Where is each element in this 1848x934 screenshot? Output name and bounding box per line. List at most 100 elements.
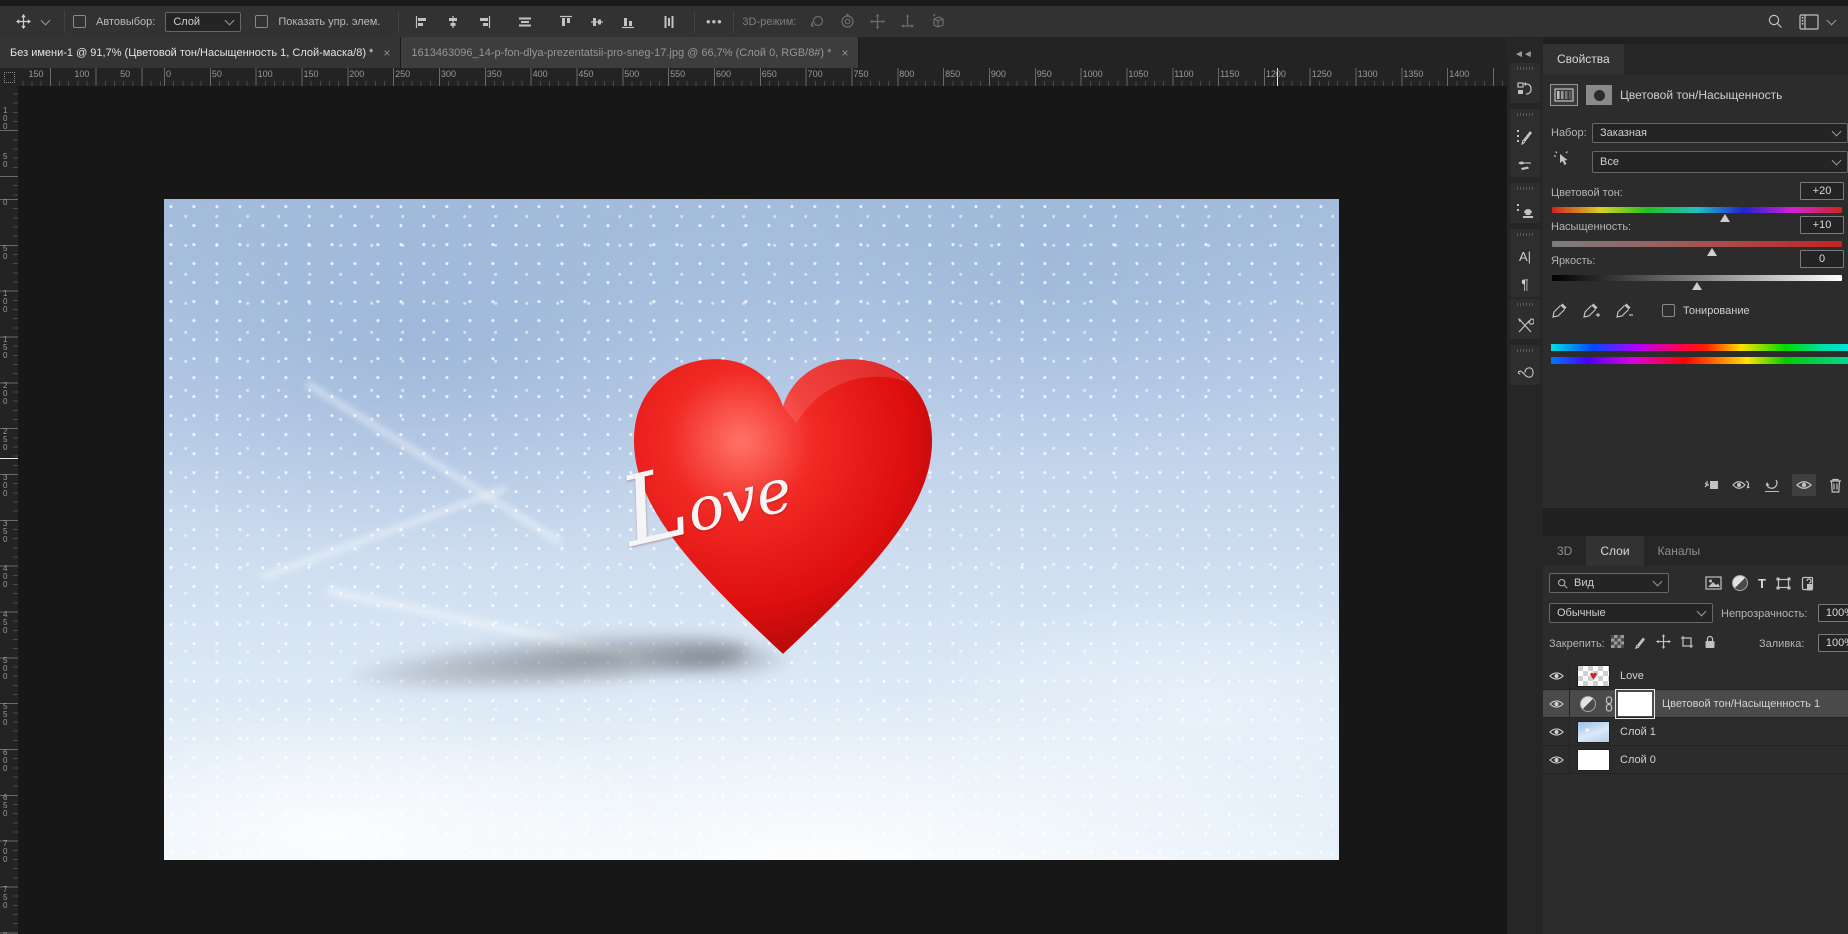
layer-row[interactable]: Слой 0: [1543, 746, 1848, 774]
tool-preset-chevron-icon[interactable]: [34, 11, 56, 33]
visibility-eye-icon[interactable]: [1792, 474, 1816, 496]
lightness-value[interactable]: 0: [1800, 250, 1844, 268]
adjustment-badge-icon[interactable]: [1550, 84, 1578, 106]
distribute-v-icon[interactable]: [658, 11, 680, 33]
layer-visibility-toggle[interactable]: [1543, 690, 1570, 717]
align-v-center-icon[interactable]: [586, 11, 608, 33]
close-icon[interactable]: ×: [383, 46, 390, 60]
workspace-chevron-icon[interactable]: [1820, 11, 1842, 33]
ruler-top-label: 100: [72, 69, 89, 79]
lock-pixels-icon[interactable]: [1633, 635, 1647, 649]
layer-thumbnail[interactable]: [1577, 749, 1610, 771]
ruler-top-label: 1200: [1264, 69, 1286, 79]
workspace-layout-icon[interactable]: [1798, 11, 1820, 33]
hue-value[interactable]: +20: [1800, 182, 1844, 200]
align-bottom-icon[interactable]: [617, 11, 639, 33]
properties-footer: [1703, 474, 1842, 496]
character-panel-icon[interactable]: A|: [1516, 247, 1534, 265]
canvas[interactable]: Love: [164, 199, 1339, 860]
tab-layers[interactable]: Слои: [1586, 536, 1643, 566]
hue-spectrum-reference: [1551, 344, 1848, 351]
mask-link-icon[interactable]: [1604, 696, 1614, 712]
more-align-options-button[interactable]: •••: [703, 11, 725, 33]
lock-transparency-icon[interactable]: [1611, 635, 1624, 648]
layer-row[interactable]: Цветовой тон/Насыщенность 1: [1543, 690, 1848, 718]
adjustment-layer-icon[interactable]: [1580, 696, 1596, 712]
layer-visibility-toggle[interactable]: [1543, 718, 1570, 745]
move-tool-icon[interactable]: [12, 11, 34, 33]
mask-badge-icon[interactable]: [1586, 85, 1612, 105]
targeted-adjustment-icon[interactable]: [1552, 150, 1570, 170]
hue-slider-thumb[interactable]: [1720, 214, 1730, 222]
eyedropper-plus-icon[interactable]: [1582, 302, 1601, 319]
snowflake-detail: [305, 380, 564, 546]
document-tab-2[interactable]: 1613463096_14-p-fon-dlya-prezentatsii-pr…: [401, 37, 859, 68]
distribute-h-icon[interactable]: [514, 11, 536, 33]
align-right-icon[interactable]: [473, 11, 495, 33]
lock-all-icon[interactable]: [1704, 635, 1716, 649]
layer-mask-thumbnail[interactable]: [1618, 692, 1652, 716]
filter-pixel-icon[interactable]: [1705, 576, 1722, 590]
layer-thumbnail[interactable]: ♥: [1577, 665, 1610, 687]
saturation-slider-thumb[interactable]: [1707, 248, 1717, 256]
lightness-slider[interactable]: [1552, 275, 1842, 281]
filter-shape-icon[interactable]: [1776, 577, 1791, 590]
history-panel-icon[interactable]: [1516, 81, 1534, 99]
lightness-slider-thumb[interactable]: [1692, 282, 1702, 290]
properties-tabbar: Свойства: [1543, 44, 1848, 74]
options-bar: Автовыбор: Слой Показать упр. элем. ••• …: [0, 6, 1848, 37]
ruler-top-label: 450: [576, 69, 593, 79]
show-transform-controls-checkbox[interactable]: [255, 15, 268, 28]
eyedropper-icon[interactable]: [1551, 302, 1568, 319]
brush-settings-panel-icon[interactable]: [1516, 127, 1534, 145]
layer-row[interactable]: Слой 1: [1543, 718, 1848, 746]
tab-channels[interactable]: Каналы: [1644, 536, 1715, 566]
opacity-value[interactable]: 100%: [1818, 604, 1848, 622]
clip-to-layer-icon[interactable]: [1703, 478, 1719, 492]
blend-mode-select[interactable]: Обычные: [1549, 603, 1713, 623]
layer-row[interactable]: ♥Love: [1543, 662, 1848, 690]
filter-adjustment-icon[interactable]: [1732, 575, 1748, 591]
colorize-checkbox[interactable]: [1662, 304, 1675, 317]
layer-visibility-toggle[interactable]: [1543, 746, 1570, 773]
creative-cloud-icon[interactable]: [1516, 363, 1534, 381]
fill-value[interactable]: 100%: [1818, 634, 1848, 652]
saturation-slider[interactable]: [1552, 241, 1842, 247]
eyedropper-minus-icon[interactable]: [1615, 302, 1634, 319]
tab-3d[interactable]: 3D: [1543, 536, 1586, 566]
collapse-dock-icon[interactable]: ◄◄: [1514, 49, 1532, 60]
layers-list: ♥LoveЦветовой тон/Насыщенность 1Слой 1Сл…: [1543, 662, 1848, 774]
ruler-left[interactable]: 1501005005010015020025030035040045050055…: [0, 86, 18, 934]
preset-value: Заказная: [1600, 127, 1647, 139]
align-top-icon[interactable]: [555, 11, 577, 33]
layer-visibility-toggle[interactable]: [1543, 662, 1570, 689]
hue-slider[interactable]: [1552, 207, 1842, 213]
tools-panel-icon[interactable]: [1516, 317, 1534, 335]
search-icon[interactable]: [1764, 11, 1786, 33]
ruler-origin-box[interactable]: [0, 68, 19, 87]
brushes-panel-icon[interactable]: [1516, 155, 1534, 173]
preset-select[interactable]: Заказная: [1592, 123, 1848, 143]
layer-thumbnail[interactable]: [1577, 721, 1610, 743]
toggle-previous-state-icon[interactable]: [1732, 478, 1752, 492]
delete-trash-icon[interactable]: [1829, 478, 1842, 493]
align-h-center-icon[interactable]: [442, 11, 464, 33]
close-icon[interactable]: ×: [841, 46, 848, 60]
layer-filter-select[interactable]: Вид: [1549, 573, 1669, 593]
clone-source-panel-icon[interactable]: [1516, 201, 1534, 219]
saturation-value[interactable]: +10: [1800, 216, 1844, 234]
autoselect-checkbox[interactable]: [73, 15, 86, 28]
tab-properties[interactable]: Свойства: [1543, 44, 1624, 74]
document-tab-1[interactable]: Без имени-1 @ 91,7% (Цветовой тон/Насыще…: [0, 37, 401, 68]
lock-artboard-icon[interactable]: [1680, 635, 1695, 649]
pasteboard[interactable]: Love: [18, 86, 1507, 934]
align-left-icon[interactable]: [411, 11, 433, 33]
reset-icon[interactable]: [1765, 478, 1779, 492]
lock-position-icon[interactable]: [1656, 634, 1671, 649]
ruler-top[interactable]: 1501005005010015020025030035040045050055…: [18, 68, 1507, 86]
filter-type-icon[interactable]: T: [1758, 576, 1766, 591]
paragraph-panel-icon[interactable]: ¶: [1516, 275, 1534, 293]
autoselect-target-select[interactable]: Слой: [165, 12, 241, 32]
filter-smart-object-icon[interactable]: [1801, 576, 1814, 591]
channel-select[interactable]: Все: [1592, 151, 1848, 173]
